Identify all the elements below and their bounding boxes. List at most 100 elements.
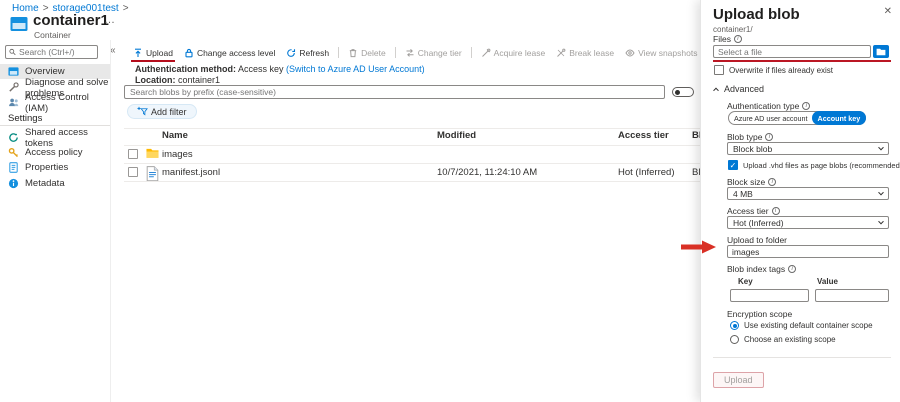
blob-search-input[interactable] <box>130 87 659 97</box>
sidebar-item-access-policy[interactable]: Access policy <box>0 145 110 160</box>
checkbox-unchecked[interactable] <box>714 65 724 75</box>
advanced-label: Advanced <box>724 84 764 94</box>
tag-key-field[interactable] <box>730 289 809 302</box>
sidebar-search-input[interactable] <box>19 47 94 57</box>
checkbox-checked[interactable]: ✓ <box>728 160 738 170</box>
auth-option-account-key[interactable]: Account key <box>812 111 867 125</box>
toolbar-separator <box>395 47 396 58</box>
info-icon: i <box>768 178 776 186</box>
key-icon <box>8 147 19 158</box>
break-lease-icon <box>556 48 566 58</box>
upload-to-folder-label: Upload to folder <box>727 235 787 245</box>
encryption-option-default[interactable]: Use existing default container scope <box>730 321 873 330</box>
sidebar-item-properties[interactable]: Properties <box>0 160 110 175</box>
auth-type-label: Authentication typei <box>727 101 810 111</box>
more-menu-button[interactable]: … <box>104 14 116 26</box>
panel-upload-button[interactable]: Upload <box>713 372 764 388</box>
sidebar-item-label: Properties <box>25 162 68 173</box>
tag-value-field[interactable] <box>815 289 889 302</box>
overwrite-checkbox[interactable]: Overwrite if files already exist <box>714 65 833 75</box>
upload-icon <box>133 48 143 58</box>
change-tier-button: Change tier <box>403 46 464 60</box>
auth-method-value: Access key <box>238 64 284 74</box>
add-filter-icon <box>137 106 148 117</box>
refresh-icon <box>286 48 296 58</box>
upload-to-folder-field[interactable] <box>727 245 889 258</box>
search-icon <box>9 48 16 56</box>
sidebar-item-shared-access-tokens[interactable]: Shared access tokens <box>0 130 110 145</box>
info-icon <box>8 178 19 189</box>
encryption-option-existing[interactable]: Choose an existing scope <box>730 335 836 344</box>
column-header-name[interactable]: Name <box>162 130 188 141</box>
upload-button[interactable]: Upload <box>131 46 175 60</box>
row-checkbox[interactable] <box>128 167 138 177</box>
blob-name[interactable]: images <box>162 149 193 160</box>
sidebar-main-divider <box>110 40 111 402</box>
page-title: container1 <box>33 12 109 29</box>
browse-files-button[interactable] <box>873 45 889 58</box>
block-size-select[interactable]: 4 MB <box>727 187 889 200</box>
page-subtitle: Container <box>34 30 71 40</box>
auth-type-toggle[interactable]: Azure AD user account Account key <box>728 111 866 125</box>
sidebar-item-label: Overview <box>25 66 65 77</box>
tag-value-input[interactable] <box>820 291 884 301</box>
command-bar: Upload Change access level Refresh Delet… <box>131 44 793 61</box>
add-filter-label: Add filter <box>151 107 187 117</box>
chevron-down-icon <box>878 189 884 195</box>
eye-icon <box>625 48 635 58</box>
show-deleted-toggle[interactable] <box>672 87 694 97</box>
block-size-label: Block sizei <box>727 177 776 187</box>
info-icon: i <box>772 207 780 215</box>
tags-key-header: Key <box>738 277 753 286</box>
add-filter-button[interactable]: Add filter <box>127 104 197 119</box>
folder-icon <box>146 148 159 160</box>
file-select-field[interactable] <box>713 45 871 58</box>
info-icon: i <box>802 102 810 110</box>
advanced-section-toggle[interactable]: Advanced <box>714 84 764 94</box>
blob-type-label: Blob typei <box>727 132 773 142</box>
upload-to-folder-input[interactable] <box>732 247 884 257</box>
sidebar-item-metadata[interactable]: Metadata <box>0 176 110 191</box>
vhd-checkbox[interactable]: ✓ Upload .vhd files as page blobs (recom… <box>728 160 900 170</box>
change-access-level-button[interactable]: Change access level <box>182 46 277 60</box>
file-icon <box>146 166 159 178</box>
breadcrumb-separator: > <box>123 3 129 14</box>
row-checkbox[interactable] <box>128 149 138 159</box>
acquire-lease-icon <box>481 48 491 58</box>
document-icon <box>8 162 19 173</box>
sidebar-item-access-control[interactable]: Access Control (IAM) <box>0 95 110 110</box>
blob-type-select[interactable]: Block blob <box>727 142 889 155</box>
files-label: Filesi <box>713 34 742 44</box>
tag-key-input[interactable] <box>735 291 804 301</box>
close-icon[interactable]: ✕ <box>884 6 892 17</box>
radio-selected[interactable] <box>730 321 739 330</box>
info-icon: i <box>734 35 742 43</box>
folder-icon <box>876 48 886 56</box>
blob-access-tier: Hot (Inferred) <box>618 167 675 178</box>
toolbar-separator <box>338 47 339 58</box>
radio-unselected[interactable] <box>730 335 739 344</box>
container-icon <box>8 66 19 77</box>
delete-button: Delete <box>346 46 388 60</box>
blob-index-tags-label: Blob index tagsi <box>727 264 796 274</box>
file-required-underline <box>713 60 891 62</box>
people-icon <box>8 97 19 108</box>
info-icon: i <box>788 265 796 273</box>
token-icon <box>8 132 19 143</box>
switch-auth-link[interactable]: (Switch to Azure AD User Account) <box>286 64 425 74</box>
auth-option-azure-ad[interactable]: Azure AD user account <box>729 114 813 123</box>
chevron-down-icon <box>878 144 884 150</box>
blob-name[interactable]: manifest.jsonl <box>162 167 220 178</box>
access-tier-select[interactable]: Hot (Inferred) <box>727 216 889 229</box>
refresh-button[interactable]: Refresh <box>284 46 331 60</box>
blob-search-box[interactable] <box>124 85 665 99</box>
azure-portal-screen: Home>storage001test> container1 … Contai… <box>0 0 900 402</box>
column-header-access-tier[interactable]: Access tier <box>618 130 669 141</box>
auth-method-label: Authentication method: <box>135 64 236 74</box>
sidebar-search[interactable] <box>5 45 98 59</box>
file-select-input[interactable] <box>718 47 866 57</box>
view-snapshots-button: View snapshots <box>623 46 699 60</box>
panel-title: Upload blob <box>713 6 800 23</box>
column-header-modified[interactable]: Modified <box>437 130 476 141</box>
lock-icon <box>184 48 194 58</box>
